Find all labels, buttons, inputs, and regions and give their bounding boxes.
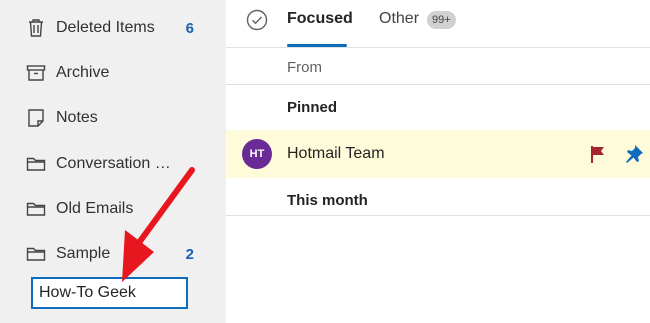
- message-sender: Hotmail Team: [287, 145, 385, 162]
- section-header-this-month: This month: [287, 192, 368, 209]
- folder-label: Deleted Items: [56, 19, 155, 36]
- folder-icon: [26, 154, 46, 174]
- select-all-checkbox-icon[interactable]: [246, 9, 268, 36]
- annotation-arrow-icon: [122, 167, 195, 282]
- section-header-pinned: Pinned: [287, 99, 338, 116]
- pin-icon[interactable]: [624, 144, 644, 169]
- folder-archive[interactable]: Archive: [26, 59, 208, 87]
- message-row-pinned[interactable]: HT Hotmail Team: [226, 130, 650, 178]
- unread-count: 6: [185, 19, 194, 37]
- trash-icon: [26, 18, 46, 38]
- folder-icon: [26, 244, 46, 264]
- folder-label: Notes: [56, 109, 98, 126]
- flag-icon[interactable]: [588, 144, 608, 169]
- avatar: HT: [242, 139, 272, 169]
- column-header-from[interactable]: From: [287, 59, 322, 76]
- divider: [226, 215, 650, 216]
- note-icon: [26, 108, 46, 128]
- folder-deleted-items[interactable]: Deleted Items 6: [26, 14, 208, 42]
- inbox-pivot-bar: Focused Other 99+: [226, 0, 650, 48]
- folder-pane: Deleted Items 6 Archive Notes Conversati…: [0, 0, 226, 323]
- divider: [226, 84, 650, 85]
- tab-focused[interactable]: Focused: [287, 10, 353, 28]
- folder-notes[interactable]: Notes: [26, 104, 208, 132]
- message-list-pane: Focused Other 99+ From Pinned HT Hotmail…: [226, 0, 650, 323]
- selected-tab-indicator: [287, 44, 347, 47]
- other-count-badge: 99+: [427, 11, 456, 29]
- folder-label: Archive: [56, 64, 110, 81]
- tab-other[interactable]: Other: [379, 10, 419, 28]
- folder-icon: [26, 199, 46, 219]
- archive-icon: [26, 63, 46, 83]
